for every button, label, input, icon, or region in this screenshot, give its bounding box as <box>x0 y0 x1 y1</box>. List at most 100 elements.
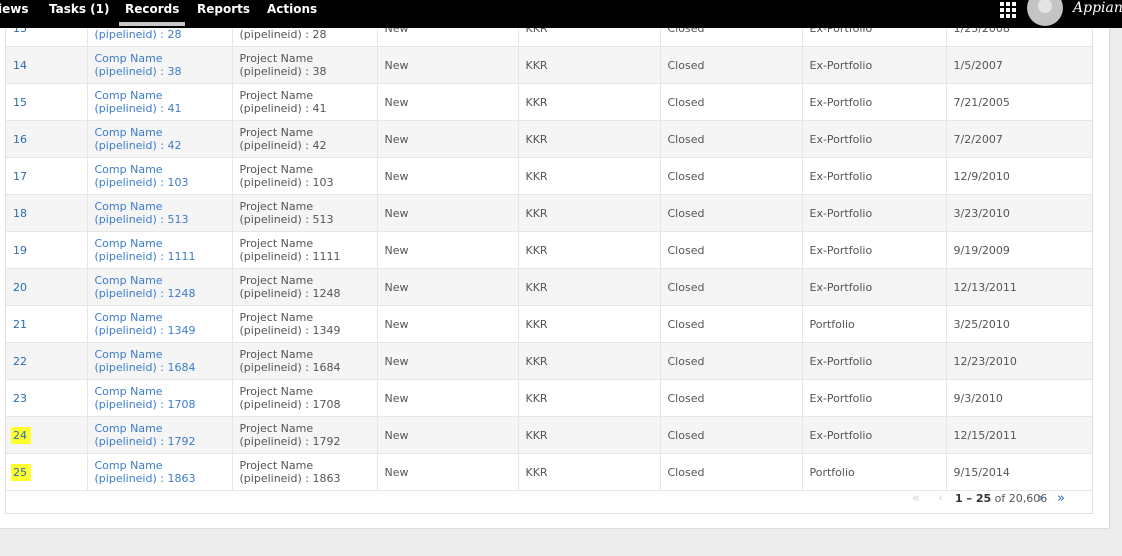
comp-name-link[interactable]: Comp Name (pipelineid) : 1684 <box>87 342 233 380</box>
comp-name-link-text[interactable]: Comp Name (pipelineid) : 42 <box>95 126 182 152</box>
comp-name-link[interactable]: Comp Name (pipelineid) : 513 <box>87 194 233 232</box>
row-number-text[interactable]: 21 <box>13 318 27 331</box>
stage-cell: Closed <box>660 120 803 158</box>
status-cell-text: New <box>384 95 409 109</box>
portfolio-cell: Ex-Portfolio <box>802 342 947 380</box>
comp-name-link-text[interactable]: Comp Name (pipelineid) : 38 <box>95 52 182 78</box>
row-number-text[interactable]: 25 <box>11 463 31 481</box>
stage-cell: Closed <box>660 157 803 195</box>
table-row: 21 Comp Name (pipelineid) : 1349 Project N… <box>6 305 1092 343</box>
chevron-right-icon[interactable]: › <box>1038 491 1043 507</box>
project-name-cell-text: Project Name (pipelineid) : 1708 <box>239 385 341 411</box>
project-name-cell-text: Project Name (pipelineid) : 1111 <box>239 237 341 263</box>
comp-name-link[interactable]: Comp Name (pipelineid) : 38 <box>87 46 233 84</box>
row-number[interactable]: 18 <box>6 194 88 232</box>
project-name-cell-text: Project Name (pipelineid) : 1792 <box>239 422 341 448</box>
status-cell: New <box>377 83 519 121</box>
date-cell: 12/9/2010 <box>946 157 1092 195</box>
date-cell-text: 7/2/2007 <box>953 132 1003 146</box>
row-number[interactable]: 17 <box>6 157 88 195</box>
row-number-text[interactable]: 24 <box>11 426 31 444</box>
row-number-text[interactable]: 18 <box>13 207 27 220</box>
portfolio-cell-text: Ex-Portfolio <box>809 428 873 442</box>
stage-cell: Closed <box>660 305 803 343</box>
row-number-text[interactable]: 15 <box>13 96 27 109</box>
nav-tab-reports[interactable]: Reports <box>197 0 250 28</box>
comp-name-link-text[interactable]: Comp Name (pipelineid) : 41 <box>95 89 182 115</box>
row-number[interactable]: 23 <box>6 379 88 417</box>
comp-name-link[interactable]: Comp Name (pipelineid) : 1111 <box>87 231 233 269</box>
status-cell-text: New <box>384 206 409 220</box>
comp-name-link-text[interactable]: Comp Name (pipelineid) : 1248 <box>95 274 196 300</box>
date-cell: 9/19/2009 <box>946 231 1092 269</box>
stage-cell-text: Closed <box>667 58 705 72</box>
portfolio-cell: Ex-Portfolio <box>802 194 947 232</box>
comp-name-link-text[interactable]: Comp Name (pipelineid) : 1111 <box>95 237 196 263</box>
date-cell-text: 9/15/2014 <box>953 465 1010 479</box>
comp-name-link[interactable]: Comp Name (pipelineid) : 1248 <box>87 268 233 306</box>
table-row: 15 Comp Name (pipelineid) : 41 Project Nam… <box>6 83 1092 121</box>
portfolio-cell-text: Ex-Portfolio <box>809 391 873 405</box>
row-number-text[interactable]: 22 <box>13 355 27 368</box>
project-name-cell-text: Project Name (pipelineid) : 41 <box>239 89 327 115</box>
date-cell-text: 7/21/2005 <box>953 95 1010 109</box>
comp-name-link-text[interactable]: Comp Name (pipelineid) : 513 <box>95 200 189 226</box>
firm-cell-text: KKR <box>525 317 548 331</box>
date-cell-text: 1/5/2007 <box>953 58 1003 72</box>
project-name-cell-text: Project Name (pipelineid) : 38 <box>239 52 327 78</box>
portfolio-cell: Ex-Portfolio <box>802 231 947 269</box>
row-number[interactable]: 16 <box>6 120 88 158</box>
comp-name-link[interactable]: Comp Name (pipelineid) : 1349 <box>87 305 233 343</box>
comp-name-link-text[interactable]: Comp Name (pipelineid) : 1708 <box>95 385 196 411</box>
comp-name-link-text[interactable]: Comp Name (pipelineid) : 1863 <box>95 459 196 485</box>
stage-cell: Closed <box>660 342 803 380</box>
project-name-cell-text: Project Name (pipelineid) : 42 <box>239 126 327 152</box>
project-name-cell: Project Name (pipelineid) : 38 <box>232 46 378 84</box>
comp-name-link-text[interactable]: Comp Name (pipelineid) : 1684 <box>95 348 196 374</box>
firm-cell-text: KKR <box>525 428 548 442</box>
row-number[interactable]: 25 <box>6 453 88 491</box>
stage-cell: Closed <box>660 46 803 84</box>
firm-cell-text: KKR <box>525 169 548 183</box>
row-number[interactable]: 21 <box>6 305 88 343</box>
nav-tab-actions[interactable]: Actions <box>267 0 317 28</box>
comp-name-link[interactable]: Comp Name (pipelineid) : 1792 <box>87 416 233 454</box>
firm-cell-text: KKR <box>525 354 548 368</box>
nav-tab-news[interactable]: iews <box>0 0 28 28</box>
firm-cell-text: KKR <box>525 391 548 405</box>
row-number[interactable]: 15 <box>6 83 88 121</box>
firm-cell-text: KKR <box>525 95 548 109</box>
apps-grid-icon[interactable] <box>1000 2 1016 18</box>
date-cell: 7/2/2007 <box>946 120 1092 158</box>
comp-name-link[interactable]: Comp Name (pipelineid) : 1863 <box>87 453 233 491</box>
row-number-text[interactable]: 14 <box>13 59 27 72</box>
comp-name-link[interactable]: Comp Name (pipelineid) : 42 <box>87 120 233 158</box>
row-number-text[interactable]: 19 <box>13 244 27 257</box>
comp-name-link[interactable]: Comp Name (pipelineid) : 41 <box>87 83 233 121</box>
comp-name-link-text[interactable]: Comp Name (pipelineid) : 103 <box>95 163 189 189</box>
double-chevron-right-icon[interactable]: » <box>1057 491 1065 507</box>
user-avatar-icon[interactable] <box>1027 0 1063 26</box>
comp-name-link-text[interactable]: Comp Name (pipelineid) : 1792 <box>95 422 196 448</box>
row-number[interactable]: 24 <box>6 416 88 454</box>
row-number[interactable]: 14 <box>6 46 88 84</box>
portfolio-cell-text: Ex-Portfolio <box>809 280 873 294</box>
row-number-text[interactable]: 20 <box>13 281 27 294</box>
comp-name-link[interactable]: Comp Name (pipelineid) : 103 <box>87 157 233 195</box>
row-number-text[interactable]: 17 <box>13 170 27 183</box>
portfolio-cell-text: Ex-Portfolio <box>809 95 873 109</box>
row-number[interactable]: 22 <box>6 342 88 380</box>
comp-name-link[interactable]: Comp Name (pipelineid) : 1708 <box>87 379 233 417</box>
portfolio-cell: Ex-Portfolio <box>802 157 947 195</box>
row-number-text[interactable]: 23 <box>13 392 27 405</box>
row-number[interactable]: 19 <box>6 231 88 269</box>
stage-cell-text: Closed <box>667 354 705 368</box>
firm-cell: KKR <box>518 194 661 232</box>
nav-tab-records[interactable]: Records <box>118 0 186 28</box>
nav-tab-tasks[interactable]: Tasks (1) <box>49 0 110 28</box>
row-number-text[interactable]: 16 <box>13 133 27 146</box>
date-cell: 12/15/2011 <box>946 416 1092 454</box>
status-cell-text: New <box>384 132 409 146</box>
row-number[interactable]: 20 <box>6 268 88 306</box>
comp-name-link-text[interactable]: Comp Name (pipelineid) : 1349 <box>95 311 196 337</box>
